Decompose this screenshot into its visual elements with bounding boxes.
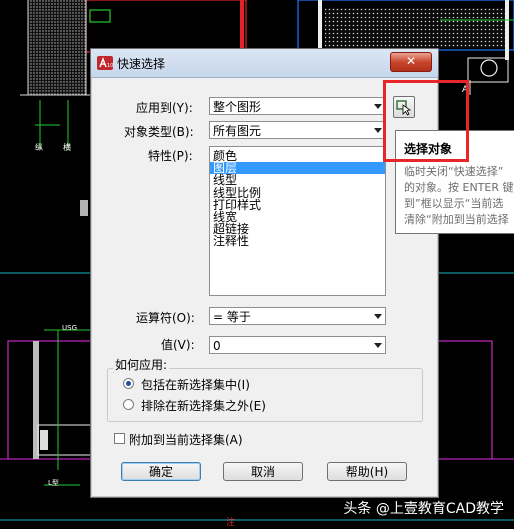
include-label[interactable]: 包括在新选择集中(I) [141,376,250,393]
chevron-down-icon [374,343,382,348]
tooltip-line: 清除“附加到当前选择 [404,213,509,226]
object-type-dropdown[interactable]: 所有图元 [209,121,386,139]
help-button[interactable]: 帮助(H) [327,462,407,481]
svg-text:纵: 纵 [35,143,43,152]
tooltip-line: 到”框以显示“当前选 [404,197,504,210]
tooltip-line: 的对象。按 ENTER 键 [404,181,514,194]
svg-text:注: 注 [226,516,235,528]
how-to-apply-title: 如何应用: [113,356,170,373]
value-dropdown[interactable]: 0 [209,336,386,354]
svg-text:USG: USG [62,324,77,332]
properties-label: 特性(P): [148,149,193,163]
properties-listbox[interactable]: 颜色 图层 线型 线型比例 打印样式 线宽 超链接 注释性 [209,146,386,296]
value-label: 值(V): [161,338,195,352]
operator-label: 运算符(O): [136,311,195,325]
property-item[interactable]: 线型 [210,174,385,186]
include-radio[interactable] [123,378,134,389]
object-type-label: 对象类型(B): [124,125,194,139]
cancel-button[interactable]: 取消 [223,462,303,481]
chevron-down-icon [374,314,382,319]
chevron-down-icon [374,104,382,109]
tooltip-line: 临时关闭“快速选择” [404,165,504,178]
apply-to-value: 整个图形 [213,100,262,114]
close-button[interactable]: ✕ [390,52,432,72]
watermark-text: 头条 @上壹教育CAD教学 [343,501,504,517]
exclude-radio[interactable] [123,399,134,410]
operator-value: = 等于 [213,310,251,324]
exclude-label[interactable]: 排除在新选择集之外(E) [141,397,266,414]
dialog-titlebar[interactable]: 10 快速选择 ✕ [91,49,438,78]
chevron-down-icon [374,128,382,133]
svg-text:L型: L型 [48,478,59,487]
autocad-app-icon: 10 [97,56,113,70]
apply-to-label: 应用到(Y): [136,101,193,115]
operator-dropdown[interactable]: = 等于 [209,307,386,325]
svg-text:横: 横 [63,142,71,152]
apply-to-dropdown[interactable]: 整个图形 [209,97,386,115]
close-icon: ✕ [405,54,417,68]
append-checkbox[interactable] [114,433,125,444]
property-item[interactable]: 线型比例 [210,186,385,199]
ok-button[interactable]: 确定 [121,462,201,481]
highlight-annotation-box [383,80,469,162]
value-value: 0 [213,339,221,353]
append-label[interactable]: 附加到当前选择集(A) [129,431,243,448]
dialog-title: 快速选择 [117,57,166,71]
property-item[interactable]: 注释性 [210,235,385,247]
object-type-value: 所有图元 [213,124,262,138]
svg-text:10: 10 [107,63,113,69]
